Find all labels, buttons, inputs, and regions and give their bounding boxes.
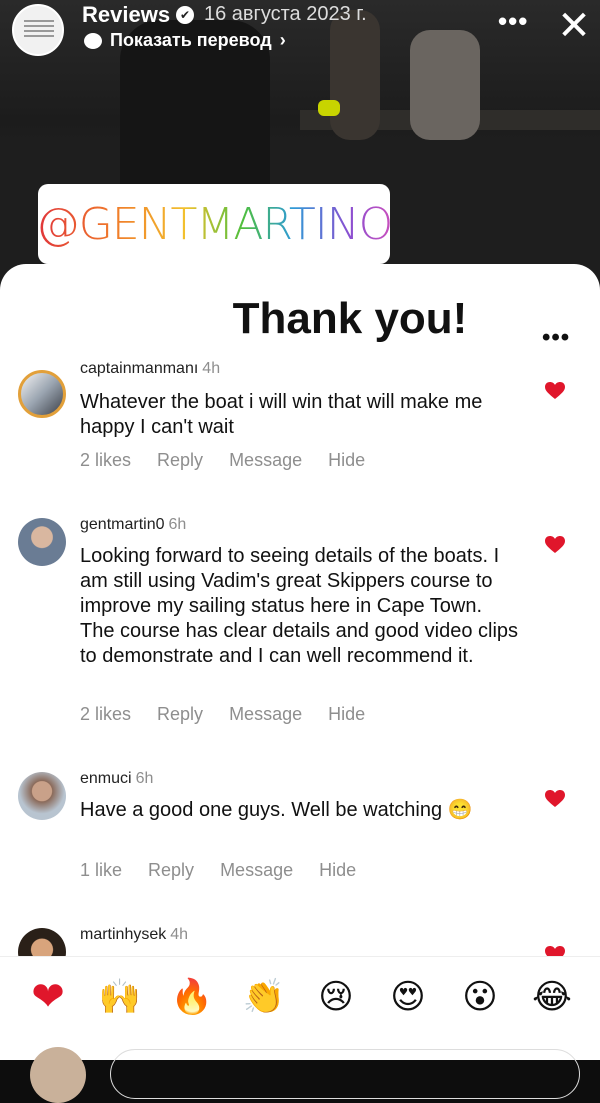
likes-count[interactable]: 1 like: [80, 860, 122, 881]
comment-username-row: martinhysek 4h: [80, 926, 188, 944]
show-translation-button[interactable]: Показать перевод ›: [84, 30, 286, 51]
chevron-right-icon: ›: [279, 30, 286, 50]
comment-username-row: gentmartin0 6h: [80, 516, 186, 534]
sheet-more-icon[interactable]: •••: [542, 324, 570, 352]
comment-item: enmuci 6h Have a good one guys. Well be w…: [0, 768, 600, 888]
comment-time: 4h: [170, 926, 189, 943]
comment-item: captainmanmanı 4h Whatever the boat i wil…: [0, 360, 600, 480]
post-date: 16 августа 2023 г.: [204, 3, 367, 25]
comment-text: Looking forward to seeing details of the…: [80, 545, 519, 667]
comment-username[interactable]: enmuci: [80, 770, 132, 787]
hide-button[interactable]: Hide: [328, 704, 365, 725]
comment-time: 6h: [168, 516, 187, 533]
story-header: Reviews ✔ 16 августа 2023 г. Показать пе…: [0, 0, 600, 60]
comment-text: Whatever the boat i will win that will m…: [80, 391, 483, 438]
clap-emoji-button[interactable]: 👏: [238, 977, 290, 1017]
message-button[interactable]: Message: [229, 704, 302, 725]
comment-time: 4h: [202, 360, 221, 377]
verified-badge-icon: ✔: [176, 6, 194, 24]
background-shoe: [318, 100, 340, 116]
comment-username[interactable]: martinhysek: [80, 926, 166, 943]
heart-emoji-button[interactable]: ❤: [22, 977, 74, 1017]
fire-emoji-button[interactable]: 🔥: [166, 977, 218, 1017]
show-translation-label: Показать перевод: [110, 30, 272, 50]
speech-bubble-icon: [84, 32, 102, 49]
sheet-title: Thank you!: [232, 294, 468, 343]
comment-text: Have a good one guys. Well be watching 😁: [80, 799, 473, 821]
account-avatar[interactable]: [12, 4, 64, 56]
account-name[interactable]: Reviews: [82, 2, 170, 28]
commenter-avatar[interactable]: [18, 518, 66, 566]
close-icon[interactable]: ✕: [554, 6, 594, 46]
emoji-row: ❤ 🙌 🔥 👏 😢 😍 😮 😂: [0, 977, 600, 1017]
reply-button[interactable]: Reply: [148, 860, 194, 881]
reply-button[interactable]: Reply: [157, 704, 203, 725]
more-options-icon[interactable]: •••: [498, 6, 528, 37]
likes-count[interactable]: 2 likes: [80, 450, 131, 471]
like-heart-icon[interactable]: [545, 382, 565, 400]
emoji-reaction-bar: ❤ 🙌 🔥 👏 😢 😍 😮 😂: [0, 956, 600, 1103]
cry-emoji-button[interactable]: 😢: [310, 977, 362, 1017]
comment-username-row: captainmanmanı 4h: [80, 360, 220, 378]
commenter-avatar[interactable]: [18, 370, 66, 418]
reply-input-field[interactable]: [110, 1049, 580, 1099]
comment-username[interactable]: captainmanmanı: [80, 360, 198, 377]
heart-eyes-emoji-button[interactable]: 😍: [382, 977, 434, 1017]
comment-actions: 2 likes Reply Message Hide: [80, 704, 365, 725]
raised-hands-emoji-button[interactable]: 🙌: [94, 977, 146, 1017]
comments-sheet: Thank you! ••• captainmanmanı 4h Whatever…: [0, 264, 600, 1060]
open-mouth-emoji-button[interactable]: 😮: [454, 977, 506, 1017]
joy-emoji-button[interactable]: 😂: [526, 977, 578, 1017]
comment-username[interactable]: gentmartin0: [80, 516, 165, 533]
comment-item: gentmartin0 6h Looking forward to seeing …: [0, 514, 600, 734]
hide-button[interactable]: Hide: [328, 450, 365, 471]
own-avatar: [30, 1047, 86, 1103]
comment-actions: 1 like Reply Message Hide: [80, 860, 356, 881]
like-heart-icon[interactable]: [545, 790, 565, 808]
comment-username-row: enmuci 6h: [80, 770, 153, 788]
mention-sticker[interactable]: @GENTMARTINO: [35, 184, 394, 264]
reply-button[interactable]: Reply: [157, 450, 203, 471]
mention-text: @GENTMARTINO: [35, 198, 394, 250]
comment-time: 6h: [135, 770, 154, 787]
hide-button[interactable]: Hide: [319, 860, 356, 881]
message-button[interactable]: Message: [220, 860, 293, 881]
comment-actions: 2 likes Reply Message Hide: [80, 450, 365, 471]
message-button[interactable]: Message: [229, 450, 302, 471]
like-heart-icon[interactable]: [545, 536, 565, 554]
likes-count[interactable]: 2 likes: [80, 704, 131, 725]
commenter-avatar[interactable]: [18, 772, 66, 820]
